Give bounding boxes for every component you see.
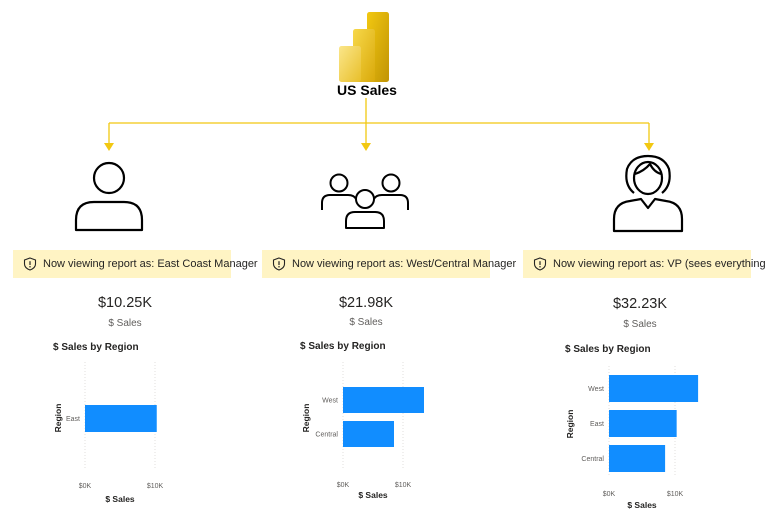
x-tick-label: $0K	[337, 482, 350, 489]
x-tick-label: $10K	[667, 491, 684, 498]
chart-title-east: $ Sales by Region	[53, 342, 139, 353]
banner-text: Now viewing report as: West/Central Mana…	[292, 258, 517, 270]
kpi-value-west: $21.98K	[338, 295, 394, 311]
x-axis-title: $ Sales	[358, 490, 388, 500]
bar-east	[85, 405, 157, 432]
viewing-as-banner-east: Now viewing report as: East Coast Manage…	[13, 250, 258, 278]
x-axis-title: $ Sales	[105, 494, 135, 504]
bar-central	[609, 445, 666, 472]
x-axis-title: $ Sales	[627, 500, 657, 510]
banner-text: Now viewing report as: East Coast Manage…	[43, 258, 258, 270]
kpi-value-east: $10.25K	[97, 295, 153, 311]
bar-west	[343, 387, 424, 413]
shield-warning-icon	[23, 257, 37, 271]
y-axis-title: Region	[565, 410, 575, 439]
x-tick-label: $10K	[147, 483, 164, 490]
viewing-as-banner-west: Now viewing report as: West/Central Mana…	[262, 250, 516, 278]
kpi-value-vp: $32.23K	[612, 296, 668, 312]
woman-person-icon	[612, 154, 684, 233]
category-label: East	[66, 416, 80, 423]
y-axis-title: Region	[301, 404, 311, 433]
bar-west	[609, 375, 699, 402]
category-label: West	[322, 398, 338, 405]
connector-arrows	[104, 98, 654, 151]
category-label: East	[590, 421, 604, 428]
viewing-as-banner-vp: Now viewing report as: VP (sees everythi…	[523, 250, 765, 278]
chart-title-vp: $ Sales by Region	[565, 344, 651, 355]
single-person-icon	[74, 161, 144, 232]
x-tick-label: $0K	[79, 483, 92, 490]
banner-text: Now viewing report as: VP (sees everythi…	[553, 258, 765, 270]
group-people-icon	[321, 173, 409, 229]
kpi-label-west: $ Sales	[349, 317, 383, 328]
category-label: West	[588, 386, 604, 393]
kpi-label-vp: $ Sales	[623, 319, 657, 330]
x-tick-label: $10K	[395, 482, 412, 489]
kpi-label-east: $ Sales	[108, 318, 142, 329]
bar-central	[343, 421, 394, 447]
category-label: Central	[315, 432, 338, 439]
category-label: Central	[581, 456, 604, 463]
shield-warning-icon	[272, 257, 286, 271]
shield-warning-icon	[533, 257, 547, 271]
bar-east	[609, 410, 677, 437]
x-tick-label: $0K	[603, 491, 616, 498]
chart-title-west: $ Sales by Region	[300, 341, 386, 352]
y-axis-title: Region	[53, 404, 63, 433]
